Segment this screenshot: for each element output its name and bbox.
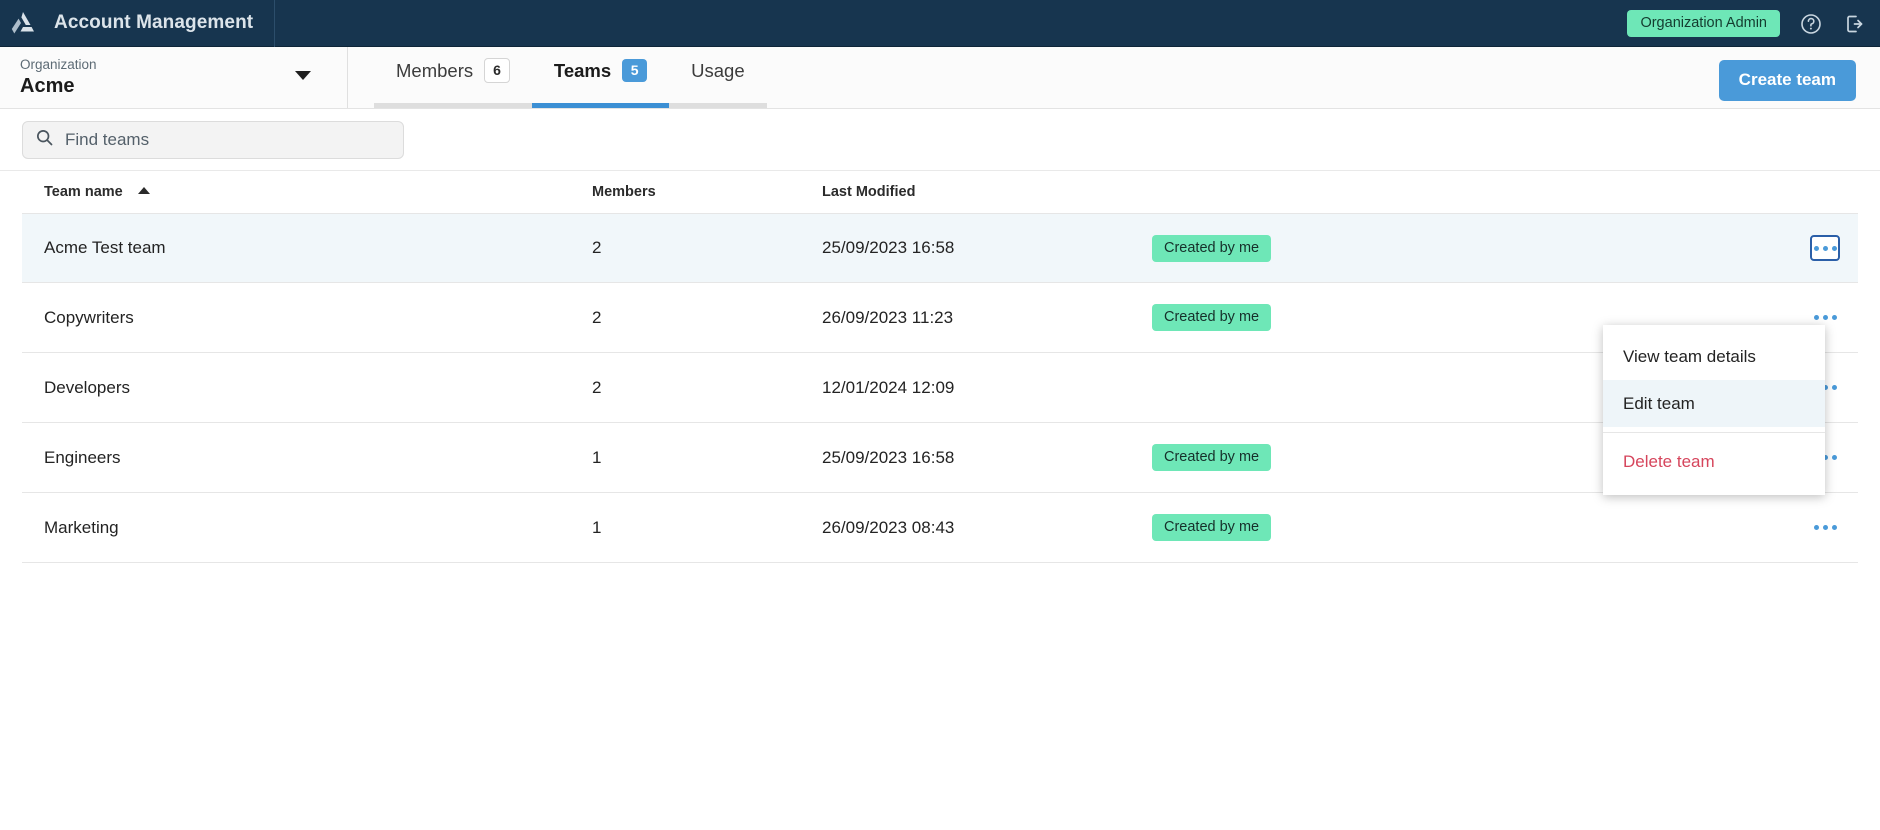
table-header-row: Team name Members Last Modified [22,171,1858,213]
cell-actions [1738,235,1858,261]
create-team-button[interactable]: Create team [1718,60,1856,101]
tab-usage[interactable]: Usage [669,47,768,108]
tab-teams-count: 5 [622,59,648,82]
tab-members-count: 6 [484,58,510,83]
triangle-recycle-logo-icon [6,6,40,40]
table-row[interactable]: Copywriters 2 26/09/2023 11:23 Created b… [22,283,1858,353]
cell-members-count: 1 [592,447,602,467]
column-header-team-name-label: Team name [44,184,123,200]
sort-ascending-caret-icon [137,187,150,194]
table-row[interactable]: Acme Test team 2 25/09/2023 16:58 Create… [22,213,1858,283]
organization-selector[interactable]: Organization Acme [0,47,348,108]
tab-teams-label: Teams [553,59,612,81]
top-bar-right-controls: Organization Admin [1627,0,1868,47]
cell-team-name: Copywriters [44,307,134,327]
cell-team-name: Developers [44,377,130,397]
menu-item-view-team-details[interactable]: View team details [1603,333,1825,380]
cell-team-name: Acme Test team [44,238,166,257]
search-bar [0,109,1880,171]
created-by-me-badge: Created by me [1152,444,1272,471]
teams-table: Team name Members Last Modified Acme Tes… [0,171,1880,563]
column-header-last-modified: Last Modified [822,184,916,200]
cell-badge: Created by me [1152,234,1738,262]
menu-separator [1603,432,1825,433]
column-header-team-name[interactable]: Team name [22,184,592,200]
created-by-me-badge: Created by me [1152,234,1272,262]
cell-last-modified: 26/09/2023 08:43 [822,517,955,537]
brand-area: Account Management [0,0,275,47]
cell-members-count: 2 [592,238,602,257]
sub-header: Organization Acme Members 6 Teams 5 Usag… [0,47,1880,109]
table-row[interactable]: Engineers 1 25/09/2023 16:58 Created by … [22,423,1858,493]
menu-item-edit-team[interactable]: Edit team [1603,380,1825,427]
cell-last-modified: 12/01/2024 12:09 [822,377,955,397]
tab-members-label: Members [396,59,474,81]
cell-last-modified: 25/09/2023 16:58 [822,447,955,467]
chevron-down-icon [295,71,311,80]
cell-team-name: Marketing [44,517,119,537]
menu-item-delete-team[interactable]: Delete team [1603,438,1825,485]
kebab-menu-icon[interactable] [1810,515,1840,541]
cell-last-modified: 26/09/2023 11:23 [822,307,954,327]
search-input[interactable] [65,129,391,150]
cell-members-count: 2 [592,307,602,327]
logout-icon[interactable] [1842,11,1868,37]
cell-members-count: 2 [592,377,602,397]
table-row[interactable]: Marketing 1 26/09/2023 08:43 Created by … [22,493,1858,563]
tab-teams[interactable]: Teams 5 [531,47,670,108]
cell-actions [1738,515,1858,541]
created-by-me-badge: Created by me [1152,514,1272,541]
tab-usage-label: Usage [691,59,745,81]
cell-last-modified: 25/09/2023 16:58 [822,238,955,257]
help-circle-icon[interactable] [1798,11,1824,37]
table-row[interactable]: Developers 2 12/01/2024 12:09 [22,353,1858,423]
role-badge: Organization Admin [1627,10,1780,37]
search-box[interactable] [22,120,404,159]
cell-badge: Created by me [1152,514,1738,541]
kebab-menu-icon[interactable] [1810,235,1840,261]
tab-bar: Members 6 Teams 5 Usage [348,47,768,108]
search-icon [35,128,54,152]
top-navigation-bar: Account Management Organization Admin [0,0,1880,47]
row-context-menu: View team details Edit team Delete team [1603,325,1825,495]
created-by-me-badge: Created by me [1152,304,1272,331]
cell-members-count: 1 [592,517,602,537]
cell-team-name: Engineers [44,447,121,467]
app-title: Account Management [54,12,254,33]
tab-members[interactable]: Members 6 [374,47,532,108]
column-header-members: Members [592,184,656,200]
